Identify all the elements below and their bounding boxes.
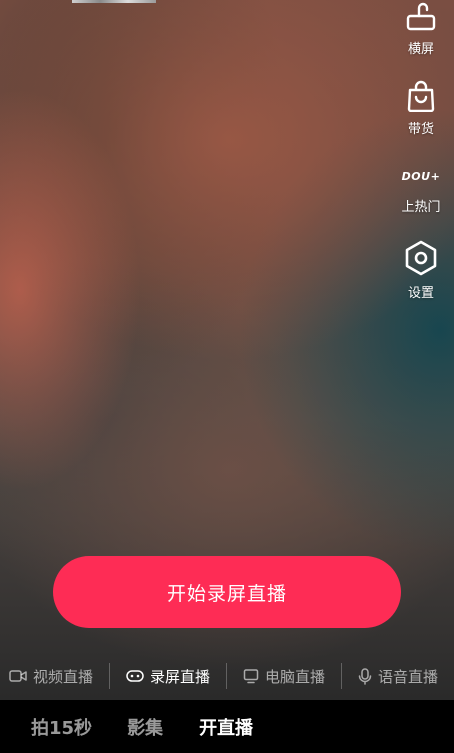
preview-thumbnail-strip [72,0,156,3]
live-mode-tabs: 视频直播 录屏直播 电脑直播 语音直播 [0,656,454,696]
shop-label: 带货 [407,122,434,137]
start-screen-live-button[interactable]: 开始录屏直播 [53,556,401,628]
bottom-nav: 拍15秒 影集 开直播 [0,700,454,753]
microphone-icon [358,667,372,685]
camera-preview: 横屏 带货 DOU+ 上热门 设置 开始录屏直播 视频直播 录屏直播 电脑直播 … [0,0,454,700]
settings-label: 设置 [407,286,434,301]
tab-album[interactable]: 影集 [127,714,163,740]
tab-divider [341,663,343,689]
tab-go-live[interactable]: 开直播 [199,714,253,740]
tab-video-live-label: 视频直播 [33,667,94,686]
game-controller-icon [126,670,144,682]
dou-plus-logo: DOU+ [401,170,441,183]
dou-plus-button[interactable]: DOU+ 上热门 [386,168,454,215]
video-camera-icon [9,670,27,682]
dou-plus-label: 上热门 [401,200,441,215]
tab-voice-live[interactable]: 语音直播 [358,656,438,696]
tab-shoot-15s[interactable]: 拍15秒 [31,714,92,740]
monitor-icon [243,669,259,684]
shopping-bag-icon [407,80,435,112]
tab-screen-live[interactable]: 录屏直播 [126,656,210,696]
settings-button[interactable]: 设置 [386,240,454,301]
tab-pc-live-label: 电脑直播 [265,667,326,686]
rotate-screen-button[interactable]: 横屏 [386,2,454,57]
tab-pc-live[interactable]: 电脑直播 [243,656,325,696]
tab-voice-live-label: 语音直播 [378,667,439,686]
shop-button[interactable]: 带货 [386,80,454,137]
rotate-screen-icon [406,2,436,31]
tab-divider [226,663,228,689]
tab-divider [109,663,111,689]
tab-screen-live-label: 录屏直播 [150,667,211,686]
tab-video-live[interactable]: 视频直播 [9,656,93,696]
rotate-screen-label: 横屏 [407,42,434,57]
settings-hexagon-icon [405,240,437,276]
